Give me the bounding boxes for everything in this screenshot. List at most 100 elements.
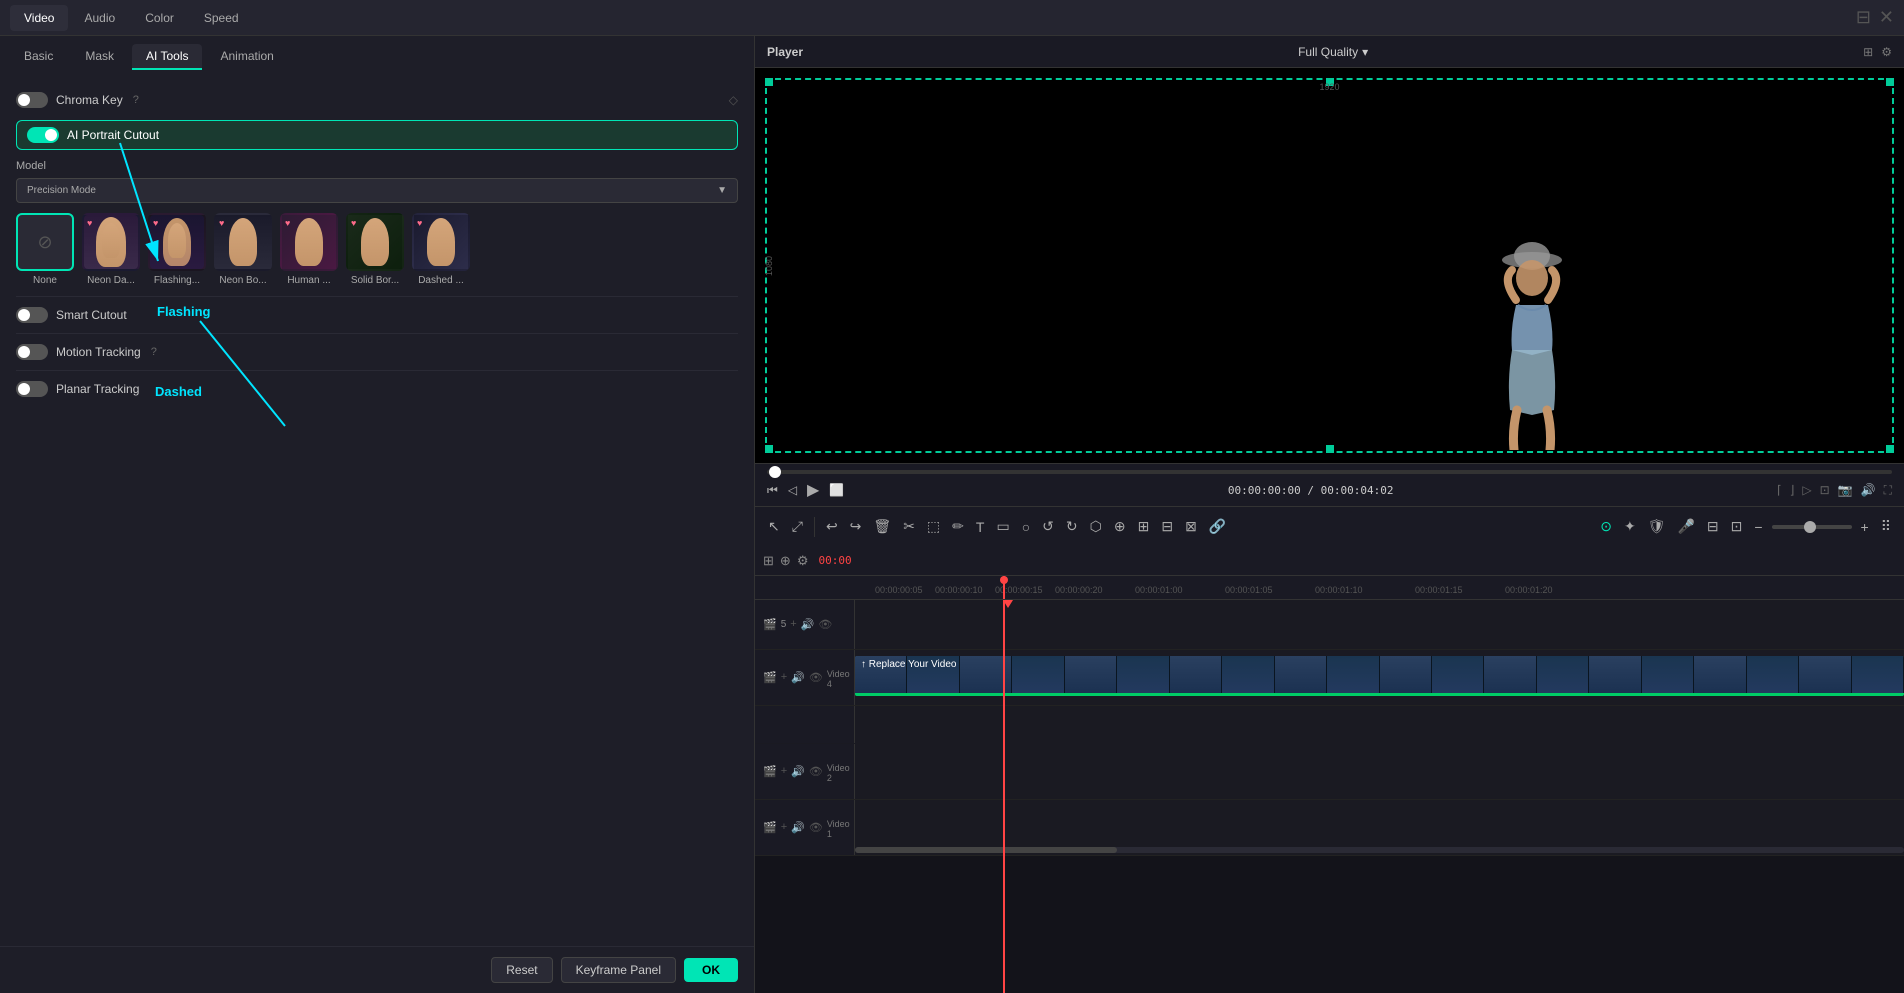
cut-icon[interactable]: ✂ (900, 515, 918, 538)
video-4-add-icon[interactable]: + (781, 671, 787, 684)
tab-mask[interactable]: Mask (71, 44, 128, 70)
video-1-audio-icon[interactable]: 🔊 (791, 821, 805, 834)
target-icon[interactable]: ⊙ (1597, 515, 1615, 538)
text-icon[interactable]: T (973, 516, 988, 538)
effect-dashed[interactable]: ♥ Dashed ... (412, 213, 470, 286)
bracket-right-icon[interactable]: ⌋ (1790, 483, 1795, 497)
effect-neon-bo[interactable]: ♥ Neon Bo... (214, 213, 272, 286)
keyframe-panel-button[interactable]: Keyframe Panel (561, 957, 676, 983)
stop-icon[interactable]: ⬜ (829, 483, 844, 497)
reset-button[interactable]: Reset (491, 957, 552, 983)
grid-layout-icon[interactable]: ⠿ (1878, 515, 1894, 538)
track-5-add-icon[interactable]: + (790, 618, 796, 631)
video-4-audio-icon[interactable]: 🔊 (791, 671, 805, 684)
bracket-left-icon[interactable]: ⌈ (1777, 483, 1782, 497)
timeline-settings-icon[interactable]: ⚙ (797, 553, 809, 569)
video-4-content[interactable]: ↑ Replace Your Video (855, 650, 1904, 705)
mask-circle-icon[interactable]: ○ (1019, 516, 1033, 538)
delete-icon[interactable]: 🗑 (870, 515, 894, 538)
video-1-eye-icon[interactable]: 👁 (809, 821, 823, 834)
caption-icon[interactable]: ⊟ (1704, 515, 1722, 538)
chroma-key-help-icon[interactable]: ? (133, 94, 139, 106)
video-4-clip[interactable]: ↑ Replace Your Video (855, 656, 1904, 696)
video-2-audio-icon[interactable]: 🔊 (791, 765, 805, 778)
video-1-add-icon[interactable]: + (781, 821, 787, 834)
rotate-icon[interactable]: ↻ (1063, 515, 1081, 538)
zoom-minus-icon[interactable]: − (1751, 516, 1765, 538)
refresh-icon[interactable]: ↺ (1039, 515, 1057, 538)
video-2-add-icon[interactable]: + (781, 765, 787, 778)
track-5-audio-icon[interactable]: 🔊 (801, 618, 815, 631)
overlay-icon[interactable]: ⊡ (1728, 515, 1746, 538)
chroma-key-toggle[interactable] (16, 92, 48, 108)
snapshot-icon[interactable]: 📷 (1838, 483, 1853, 497)
fullscreen-icon[interactable]: ⊞ (1863, 45, 1873, 59)
effect-neon-da[interactable]: ♥ Neon Da... (82, 213, 140, 286)
skip-back-icon[interactable]: ⏮ (767, 483, 778, 498)
video-4-eye-icon[interactable]: 👁 (809, 671, 823, 684)
effect-human-thumb[interactable]: ♥ (280, 213, 338, 271)
tab-audio[interactable]: Audio (70, 5, 129, 31)
zoom-slider-handle[interactable] (1804, 521, 1816, 533)
effect-flashing[interactable]: ♥ Flashing... (148, 213, 206, 286)
shield-icon[interactable]: 🛡 (1645, 515, 1669, 538)
effect-flashing-thumb[interactable]: ♥ (148, 213, 206, 271)
mask-rect-icon[interactable]: ▭ (993, 515, 1012, 538)
timeline-add-track-icon[interactable]: ⊕ (780, 553, 791, 569)
zoom-plus-icon[interactable]: + (1858, 516, 1872, 538)
step-back-icon[interactable]: ◁ (788, 483, 797, 497)
tab-ai-tools[interactable]: AI Tools (132, 44, 202, 70)
tab-color[interactable]: Color (131, 5, 188, 31)
planar-tracking-toggle[interactable] (16, 381, 48, 397)
forward-icon[interactable]: ▷ (1802, 483, 1811, 497)
ai-portrait-toggle[interactable] (27, 127, 59, 143)
volume-icon[interactable]: 🔊 (1861, 483, 1876, 497)
motion-tracking-help-icon[interactable]: ? (151, 346, 157, 358)
motion-tracking-toggle[interactable] (16, 344, 48, 360)
effect-neon-bo-thumb[interactable]: ♥ (214, 213, 272, 271)
grid-icon[interactable]: ⊞ (1135, 515, 1153, 538)
track-5-eye-icon[interactable]: 👁 (818, 618, 832, 631)
fx-icon[interactable]: ✦ (1621, 515, 1639, 538)
undo-icon[interactable]: ↩ (823, 515, 841, 538)
tab-animation[interactable]: Animation (206, 44, 287, 70)
ai-portrait-row[interactable]: AI Portrait Cutout (16, 120, 738, 150)
effect-neon-da-thumb[interactable]: ♥ (82, 213, 140, 271)
effect-solid-bor-thumb[interactable]: ♥ (346, 213, 404, 271)
hexagon-icon[interactable]: ⬡ (1087, 515, 1105, 538)
effect-human[interactable]: ♥ Human ... (280, 213, 338, 286)
effect-dashed-thumb[interactable]: ♥ (412, 213, 470, 271)
redo-icon[interactable]: ↪ (847, 515, 865, 538)
effect-none[interactable]: ⊘ None (16, 213, 74, 286)
video-2-eye-icon[interactable]: 👁 (809, 765, 823, 778)
horizontal-scrollbar[interactable] (855, 847, 1904, 853)
window-minimize-icon[interactable]: ⊟ (1856, 7, 1871, 28)
quality-dropdown[interactable]: Full Quality ▾ (1298, 45, 1368, 59)
ok-button[interactable]: OK (684, 958, 738, 982)
chroma-key-pin-icon[interactable]: ◇ (729, 93, 738, 107)
scrollbar-thumb[interactable] (855, 847, 1117, 853)
transform-icon[interactable]: ⊕ (1111, 515, 1129, 538)
timeline-layers-icon[interactable]: ⊞ (763, 553, 774, 569)
select-tool-icon[interactable]: ⤢ (789, 515, 806, 538)
settings-icon[interactable]: ⚙ (1881, 45, 1892, 59)
crop-icon[interactable]: ⊡ (1820, 483, 1830, 497)
draw-icon[interactable]: ✏ (949, 515, 967, 538)
video-1-content[interactable] (855, 800, 1904, 855)
model-dropdown[interactable]: Precision Mode ▼ (16, 178, 738, 203)
tab-video[interactable]: Video (10, 5, 68, 31)
link-icon[interactable]: 🔗 (1206, 515, 1229, 538)
play-icon[interactable]: ▶ (807, 480, 819, 500)
expand-icon[interactable]: ⊠ (1182, 515, 1200, 538)
tab-speed[interactable]: Speed (190, 5, 253, 31)
tab-basic[interactable]: Basic (10, 44, 67, 70)
fullscreen-player-icon[interactable]: ⛶ (1884, 483, 1892, 498)
chroma-key-row[interactable]: Chroma Key ? ◇ (16, 84, 738, 116)
trim-icon[interactable]: ⬚ (924, 515, 943, 538)
smart-cutout-toggle[interactable] (16, 307, 48, 323)
timeline-scrubber[interactable] (767, 470, 1892, 474)
minus-grid-icon[interactable]: ⊟ (1158, 515, 1176, 538)
effect-none-thumb[interactable]: ⊘ (16, 213, 74, 271)
zoom-slider[interactable] (1772, 525, 1852, 529)
effect-solid-bor[interactable]: ♥ Solid Bor... (346, 213, 404, 286)
